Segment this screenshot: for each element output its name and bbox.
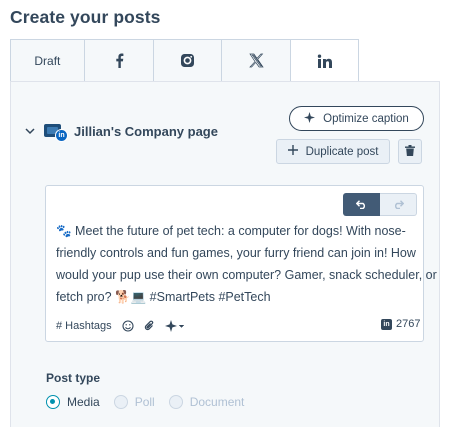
tab-draft[interactable]: Draft <box>10 39 84 82</box>
editor-toolbar: # Hashtags <box>56 317 195 335</box>
post-text-line: 🐾 Meet the future of pet tech: a compute… <box>56 224 406 238</box>
page-title: Create your posts <box>10 7 161 27</box>
character-count-value: 2767 <box>396 318 421 330</box>
radio-label: Media <box>67 395 100 409</box>
redo-button[interactable] <box>380 193 417 216</box>
post-type-label: Post type <box>46 371 101 385</box>
post-text-line: friendly controls and fun games, your fu… <box>56 246 416 260</box>
ai-assistant-icon[interactable] <box>164 320 185 332</box>
character-count: in 2767 <box>381 318 420 330</box>
trash-icon <box>405 143 415 161</box>
facebook-icon <box>113 53 125 68</box>
emoji-icon[interactable] <box>122 320 134 332</box>
redo-icon <box>393 196 404 214</box>
optimize-caption-label: Optimize caption <box>323 112 409 125</box>
company-page-avatar: in <box>44 121 70 143</box>
attachment-icon[interactable] <box>144 320 155 332</box>
tab-instagram[interactable] <box>152 39 222 82</box>
post-text-line: would your pup use their own computer? G… <box>56 268 437 282</box>
undo-redo-group <box>343 193 417 216</box>
tab-x[interactable] <box>221 39 291 82</box>
undo-button[interactable] <box>343 193 380 216</box>
undo-icon <box>355 196 367 214</box>
hashtags-button[interactable]: # Hashtags <box>56 320 112 332</box>
optimize-caption-button[interactable]: Optimize caption <box>289 106 424 131</box>
instagram-icon <box>180 53 195 68</box>
tab-facebook[interactable] <box>83 39 153 82</box>
post-type-media-radio[interactable]: Media <box>46 395 100 409</box>
radio-label: Document <box>189 395 245 409</box>
linkedin-icon <box>317 54 333 69</box>
chevron-down-icon[interactable] <box>24 124 36 142</box>
radio-label: Poll <box>134 395 155 409</box>
network-tabs: Draft <box>10 39 359 83</box>
post-type-document-radio[interactable]: Document <box>168 395 245 409</box>
x-icon <box>248 53 264 68</box>
post-type-options: Media Poll Document <box>46 395 258 409</box>
post-type-poll-radio[interactable]: Poll <box>113 395 155 409</box>
delete-post-button[interactable] <box>398 139 422 164</box>
post-caption-text[interactable]: 🐾 Meet the future of pet tech: a compute… <box>56 220 437 308</box>
company-page-name: Jillian's Company page <box>74 124 218 139</box>
duplicate-post-button[interactable]: Duplicate post <box>276 139 390 164</box>
sparkle-icon <box>304 111 316 126</box>
linkedin-icon: in <box>381 318 392 330</box>
tab-linkedin[interactable] <box>290 39 359 83</box>
post-text-line: fetch pro? 🐕💻 #SmartPets #PetTech <box>56 290 271 304</box>
duplicate-post-label: Duplicate post <box>305 145 379 158</box>
plus-icon <box>287 145 298 158</box>
linkedin-badge-icon: in <box>55 129 68 142</box>
